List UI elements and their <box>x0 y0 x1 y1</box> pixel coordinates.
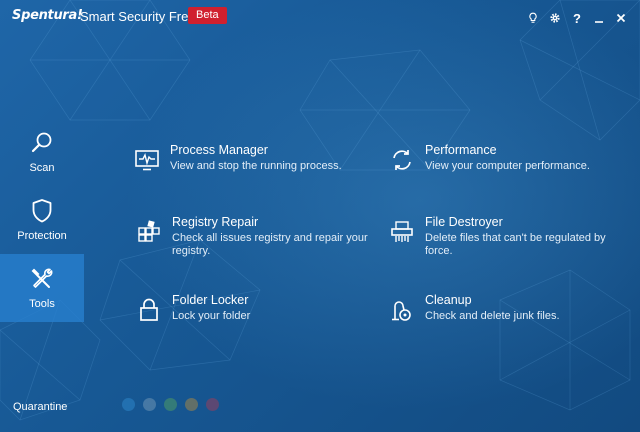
tool-title: Cleanup <box>425 293 472 307</box>
vacuum-icon <box>392 301 411 321</box>
tool-title: File Destroyer <box>425 215 503 229</box>
sidebar: Scan Protection Tools <box>0 118 84 322</box>
dot <box>143 398 156 411</box>
app-window: Spentura! Smart Security Free Beta ? Sca… <box>0 0 640 432</box>
sidebar-item-label: Scan <box>29 162 55 174</box>
tool-description: Check and delete junk files. <box>425 310 560 322</box>
tool-title: Process Manager <box>170 143 268 157</box>
tool-description: View your computer performance. <box>425 160 590 172</box>
tool-title: Folder Locker <box>172 293 249 307</box>
tool-process-manager[interactable]: Process Manager View and stop the runnin… <box>132 143 342 175</box>
minimize-icon <box>595 21 603 23</box>
sidebar-item-scan[interactable]: Scan <box>0 118 84 186</box>
tools-icon <box>31 268 53 288</box>
gear-icon <box>550 13 560 23</box>
tool-title: Registry Repair <box>172 215 259 229</box>
lock-icon <box>140 298 158 321</box>
tool-description: Delete files that can't be regulated by … <box>425 232 606 257</box>
dot <box>185 398 198 411</box>
dot <box>164 398 177 411</box>
tool-title: Performance <box>425 143 497 157</box>
monitor-pulse-icon <box>135 150 159 171</box>
minimize-button[interactable] <box>588 8 610 28</box>
shredder-icon <box>391 221 413 242</box>
tool-folder-locker[interactable]: Folder Locker Lock your folder <box>134 293 250 325</box>
dot <box>122 398 135 411</box>
lightbulb-icon <box>529 12 537 23</box>
tips-button[interactable] <box>522 8 544 28</box>
beta-badge: Beta <box>188 7 227 24</box>
sidebar-item-label: Protection <box>17 230 67 242</box>
dot <box>206 398 219 411</box>
quarantine-link[interactable]: Quarantine <box>13 401 67 413</box>
tool-registry-repair[interactable]: Registry Repair Check all issues registr… <box>134 215 372 258</box>
shield-icon <box>32 199 52 223</box>
tool-description: Lock your folder <box>172 310 251 322</box>
sidebar-item-tools[interactable]: Tools <box>0 254 84 322</box>
tool-performance[interactable]: Performance View your computer performan… <box>387 143 590 175</box>
search-icon <box>31 132 52 153</box>
title-bar: Spentura! Smart Security Free Beta ? <box>0 0 640 34</box>
close-button[interactable] <box>610 8 632 28</box>
brand-logo: Spentura! <box>12 8 83 23</box>
refresh-arrows-icon <box>393 150 411 170</box>
tool-file-destroyer[interactable]: File Destroyer Delete files that can't b… <box>387 215 615 258</box>
tool-description: Check all issues registry and repair you… <box>172 232 368 257</box>
app-title: Smart Security Free <box>80 9 196 24</box>
help-button[interactable]: ? <box>566 8 588 28</box>
settings-button[interactable] <box>544 8 566 28</box>
sidebar-item-protection[interactable]: Protection <box>0 186 84 254</box>
sidebar-item-label: Tools <box>29 298 55 310</box>
tool-description: View and stop the running process. <box>170 160 342 172</box>
help-label: ? <box>573 10 581 26</box>
registry-blocks-icon <box>138 220 160 242</box>
decorative-dots <box>122 398 219 411</box>
tool-cleanup[interactable]: Cleanup Check and delete junk files. <box>387 293 560 325</box>
close-icon <box>616 13 626 23</box>
window-controls: ? <box>522 8 632 28</box>
